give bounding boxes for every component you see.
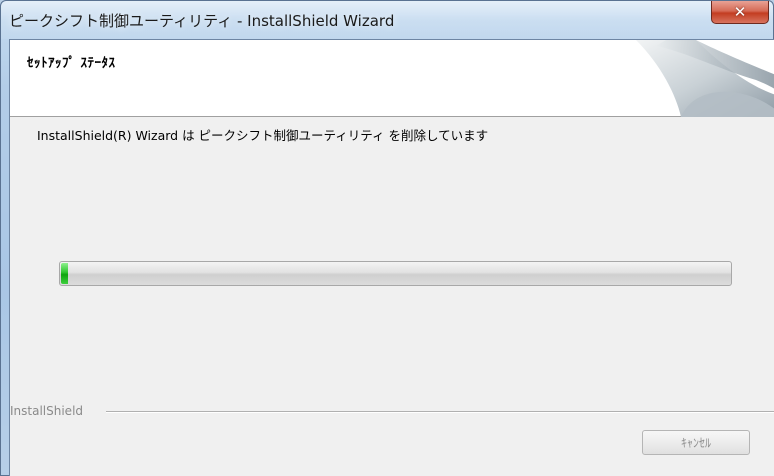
header-banner: ｾｯﾄｱｯﾌﾟ ｽﾃｰﾀｽ: [10, 40, 774, 117]
footer-divider: [106, 411, 774, 413]
progress-bar: [59, 261, 732, 286]
installshield-brand-label: InstallShield: [10, 404, 84, 418]
page-title: ｾｯﾄｱｯﾌﾟ ｽﾃｰﾀｽ: [27, 56, 116, 71]
status-message: InstallShield(R) Wizard は ピークシフト制御ユーティリテ…: [37, 128, 489, 143]
title-bar[interactable]: ピークシフト制御ユーティリティ - InstallShield Wizard ✕: [1, 1, 773, 39]
installer-window: ピークシフト制御ユーティリティ - InstallShield Wizard ✕…: [0, 0, 774, 476]
close-button[interactable]: ✕: [711, 1, 769, 24]
cancel-button[interactable]: ｷｬﾝｾﾙ: [642, 430, 750, 455]
close-icon: ✕: [733, 3, 747, 21]
installer-banner-graphic-icon: [636, 40, 774, 117]
window-title: ピークシフト制御ユーティリティ - InstallShield Wizard: [9, 12, 395, 30]
progress-bar-fill: [61, 263, 68, 284]
dialog-client-area: ｾｯﾄｱｯﾌﾟ ｽﾃｰﾀｽ InstallShield(R) Wizard は …: [9, 39, 774, 476]
